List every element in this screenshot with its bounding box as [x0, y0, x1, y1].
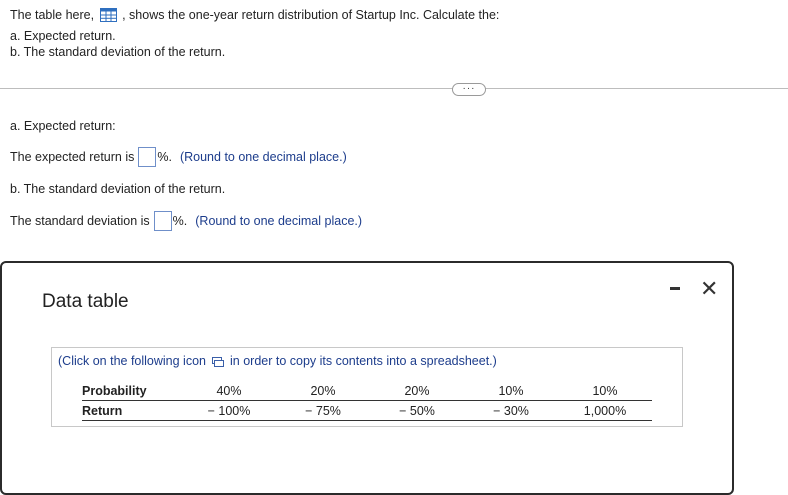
question-intro-after: , shows the one-year return distribution… — [122, 8, 500, 22]
question-intro: The table here, , shows the one-year ret… — [10, 8, 499, 22]
dialog-title: Data table — [42, 291, 129, 312]
probability-cell: 20% — [370, 381, 464, 401]
data-table-dialog: Data table ✕ (Click on the following ico… — [0, 261, 734, 495]
copy-icon[interactable] — [212, 356, 224, 367]
row-label-probability: Probability — [82, 381, 182, 401]
return-cell: 1,000% — [558, 400, 652, 421]
answer-a-heading: a. Expected return: — [10, 119, 116, 133]
answer-b-line: The standard deviation is %. (Round to o… — [10, 211, 362, 231]
row-label-return: Return — [82, 400, 182, 421]
return-cell: − 100% — [182, 400, 276, 421]
question-part-b: b. The standard deviation of the return. — [10, 45, 226, 59]
answer-a-prefix: The expected return is — [10, 150, 135, 164]
more-button[interactable]: ··· — [452, 83, 486, 96]
close-icon[interactable]: ✕ — [700, 276, 718, 302]
answer-b-prefix: The standard deviation is — [10, 214, 150, 228]
answer-b-heading: b. The standard deviation of the return. — [10, 182, 226, 196]
answer-a-hint: (Round to one decimal place.) — [179, 150, 347, 164]
table-row-probability: Probability 40% 20% 20% 10% 10% — [82, 381, 652, 401]
probability-cell: 20% — [276, 381, 370, 401]
return-cell: − 30% — [464, 400, 558, 421]
std-deviation-input[interactable] — [153, 211, 172, 231]
copy-note: (Click on the following icon in order to… — [58, 354, 497, 368]
answer-a-line: The expected return is %. (Round to one … — [10, 147, 347, 167]
expected-return-input[interactable] — [138, 147, 157, 167]
copy-note-before: (Click on the following icon — [58, 354, 206, 368]
question-part-a: a. Expected return. — [10, 29, 116, 43]
return-cell: − 75% — [276, 400, 370, 421]
probability-cell: 40% — [182, 381, 276, 401]
data-panel: (Click on the following icon in order to… — [51, 347, 683, 427]
probability-cell: 10% — [464, 381, 558, 401]
answer-a-suffix: %. — [157, 150, 172, 164]
return-cell: − 50% — [370, 400, 464, 421]
answer-b-hint: (Round to one decimal place.) — [195, 214, 363, 228]
probability-cell: 10% — [558, 381, 652, 401]
copy-note-after: in order to copy its contents into a spr… — [230, 354, 497, 368]
table-row-return: Return − 100% − 75% − 50% − 30% 1,000% — [82, 400, 652, 421]
answer-b-suffix: %. — [172, 214, 188, 228]
question-intro-before: The table here, — [10, 8, 95, 22]
table-icon[interactable] — [100, 8, 118, 22]
section-divider — [0, 88, 788, 89]
data-table: Probability 40% 20% 20% 10% 10% Return −… — [82, 381, 652, 421]
minimize-icon[interactable] — [670, 287, 680, 290]
